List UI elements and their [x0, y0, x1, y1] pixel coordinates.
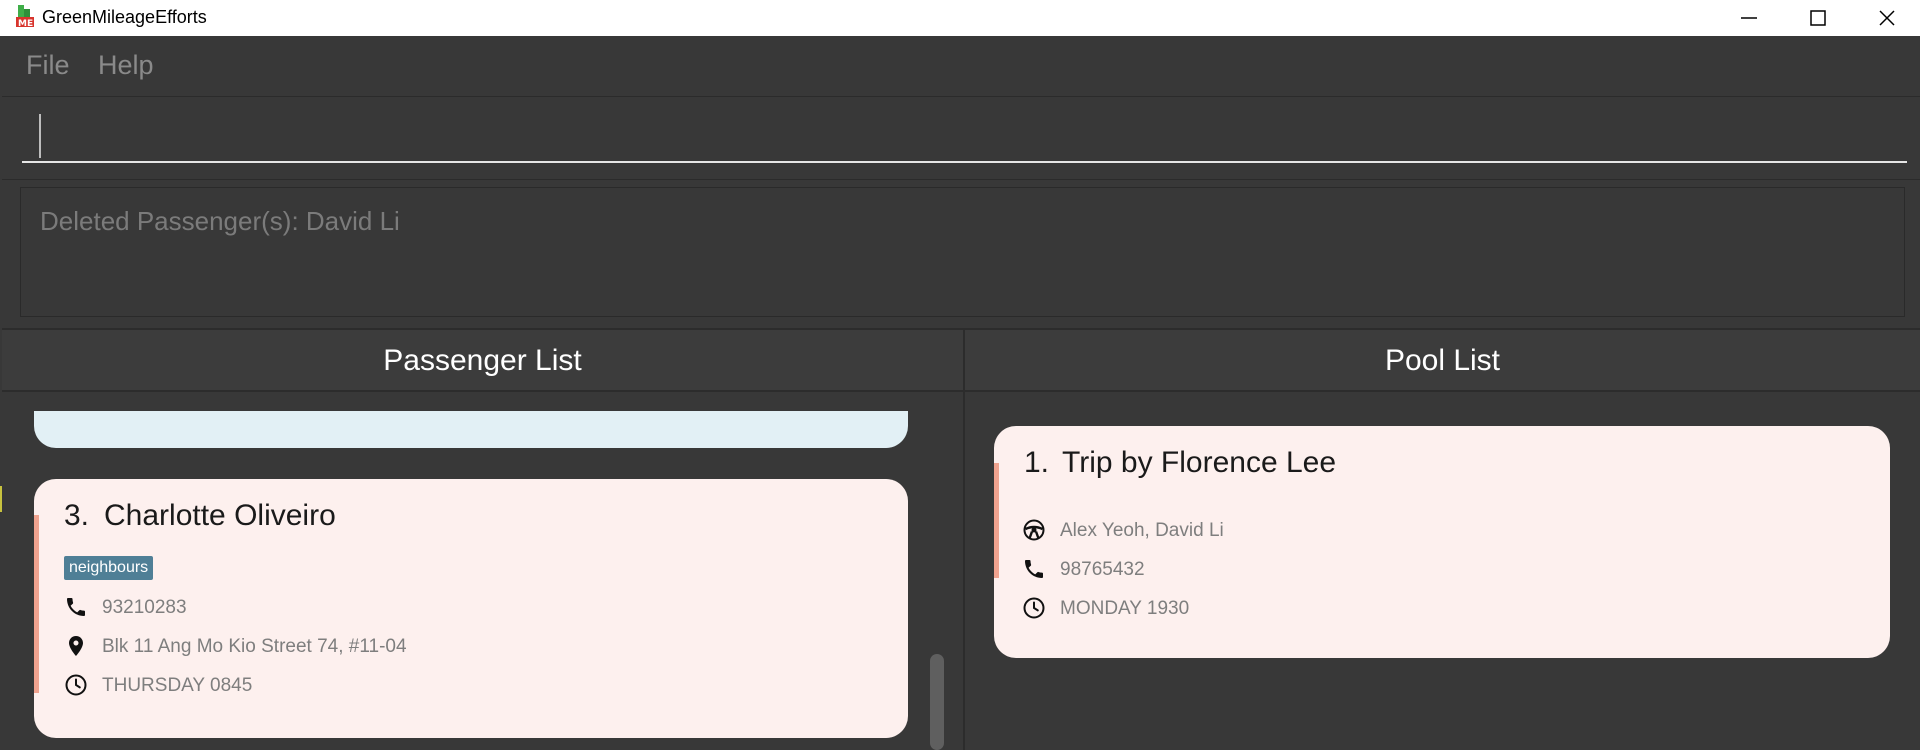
pool-phone: 98765432	[1060, 559, 1145, 580]
pool-list-header: Pool List	[965, 328, 1920, 392]
result-message: Deleted Passenger(s): David Li	[40, 206, 400, 236]
passenger-list-scrollbar[interactable]	[930, 654, 944, 750]
pool-title: Trip by Florence Lee	[1062, 446, 1337, 479]
passenger-list-panel: Passenger List 3. Charlotte Oliveiro nei…	[2, 328, 965, 750]
card-accent-bar	[34, 515, 39, 693]
passenger-address: Blk 11 Ang Mo Kio Street 74, #11-04	[102, 636, 407, 657]
app-logo-icon: ME	[16, 5, 34, 29]
svg-text:ME: ME	[18, 19, 33, 29]
passenger-card-partial[interactable]	[34, 411, 908, 448]
minimize-icon	[1741, 17, 1757, 19]
phone-icon	[67, 598, 85, 616]
steering-wheel-icon	[1023, 519, 1045, 541]
command-box	[2, 97, 1920, 180]
passenger-phone: 93210283	[102, 597, 187, 618]
menu-help[interactable]: Help	[98, 50, 154, 81]
title-bar: ME GreenMileageEfforts	[0, 0, 1920, 36]
passenger-list-header: Passenger List	[2, 328, 963, 392]
pool-day-time: MONDAY 1930	[1060, 598, 1190, 619]
clock-icon	[1023, 597, 1045, 619]
passenger-day-time: THURSDAY 0845	[102, 675, 253, 696]
text-caret	[39, 114, 41, 158]
passenger-index: 3.	[64, 499, 90, 532]
pool-list-title: Pool List	[1384, 344, 1501, 377]
pool-card[interactable]: 1. Trip by Florence Lee Alex Yeoh, David…	[994, 426, 1890, 658]
tag-badge: neighbours	[64, 556, 154, 580]
minimize-button[interactable]	[1714, 0, 1784, 36]
menu-bar: File Help	[2, 36, 1920, 97]
passenger-list-title: Passenger List	[383, 344, 582, 377]
card-accent-bar	[994, 463, 999, 578]
result-display[interactable]: Deleted Passenger(s): David Li	[20, 187, 1905, 317]
maximize-button[interactable]	[1783, 0, 1853, 36]
pool-index: 1.	[1024, 446, 1050, 479]
maximize-icon	[1810, 10, 1826, 26]
pool-passengers: Alex Yeoh, David Li	[1060, 520, 1224, 541]
close-icon	[1879, 10, 1895, 26]
location-pin-icon	[69, 636, 83, 656]
window-title: GreenMileageEfforts	[42, 7, 207, 27]
phone-icon	[1025, 560, 1043, 578]
menu-file[interactable]: File	[26, 50, 70, 81]
close-button[interactable]	[1852, 0, 1920, 36]
pool-list-panel: Pool List 1. Trip by Florence Lee Alex Y…	[965, 328, 1920, 750]
passenger-card[interactable]: 3. Charlotte Oliveiro neighbours 9321028…	[34, 479, 908, 738]
command-input[interactable]	[22, 109, 1907, 163]
clock-icon	[65, 674, 87, 696]
passenger-name: Charlotte Oliveiro	[104, 499, 336, 532]
